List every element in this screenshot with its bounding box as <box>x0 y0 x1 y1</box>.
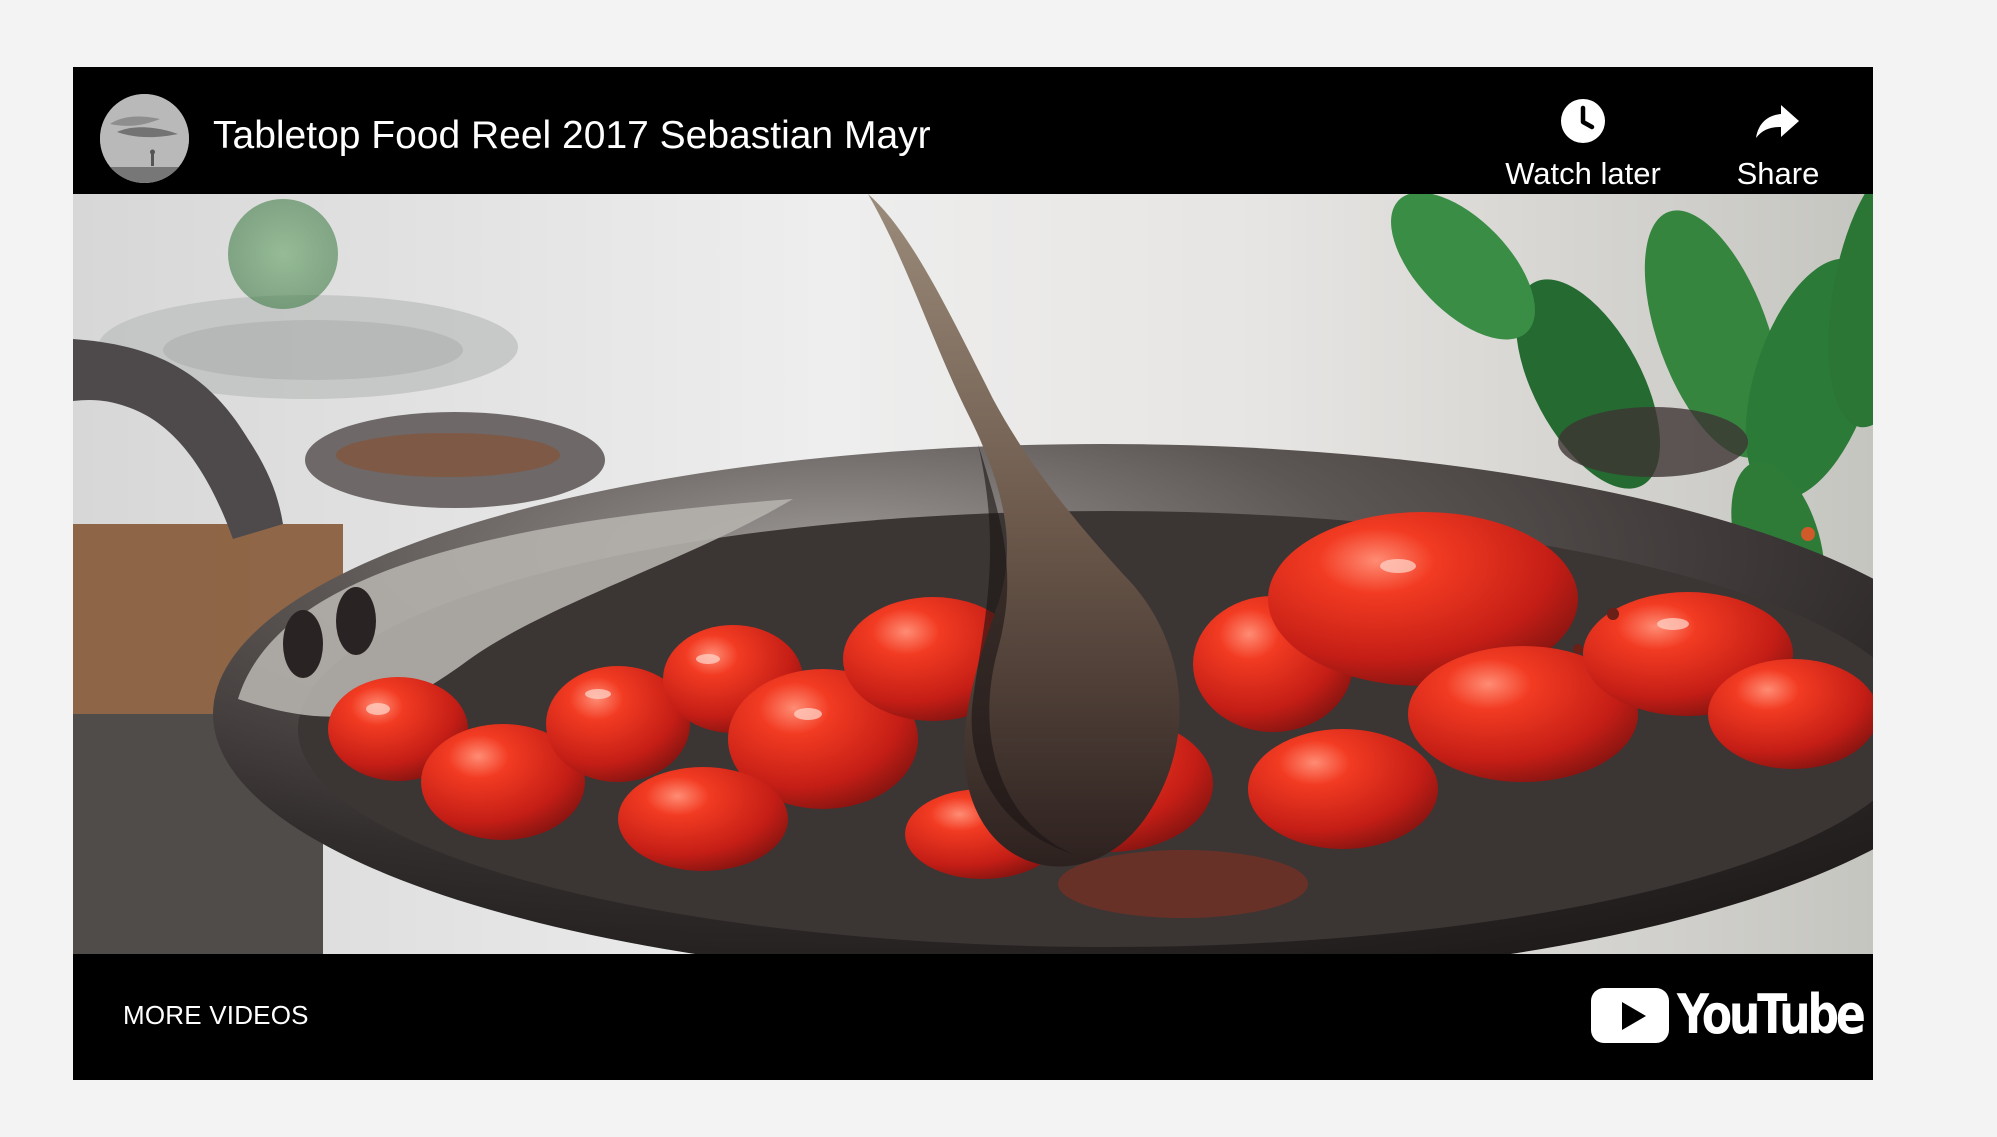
youtube-wordmark: YouTube <box>1677 983 1866 1046</box>
more-videos-button[interactable]: MORE VIDEOS <box>123 998 309 1032</box>
cooking-tomatoes-video-frame <box>73 194 1873 954</box>
share-arrow-icon <box>1756 105 1799 138</box>
avatar-image <box>100 94 189 183</box>
video-frame[interactable] <box>73 194 1873 954</box>
youtube-logo[interactable]: YouTube <box>1591 984 1866 1046</box>
share-label: Share <box>1736 156 1820 191</box>
share-button[interactable]: Share <box>1718 95 1838 191</box>
clock-icon <box>1561 99 1605 143</box>
video-title[interactable]: Tabletop Food Reel 2017 Sebastian Mayr <box>213 113 931 159</box>
player-top-bar: Tabletop Food Reel 2017 Sebastian Mayr W… <box>73 67 1873 194</box>
play-icon <box>1591 988 1669 1043</box>
youtube-embed-player[interactable]: Tabletop Food Reel 2017 Sebastian Mayr W… <box>73 67 1873 1080</box>
watch-later-button[interactable]: Watch later <box>1503 95 1663 191</box>
player-bottom-bar: MORE VIDEOS YouTube <box>73 954 1873 1080</box>
watch-later-label: Watch later <box>1505 156 1661 191</box>
channel-avatar[interactable] <box>100 94 189 183</box>
